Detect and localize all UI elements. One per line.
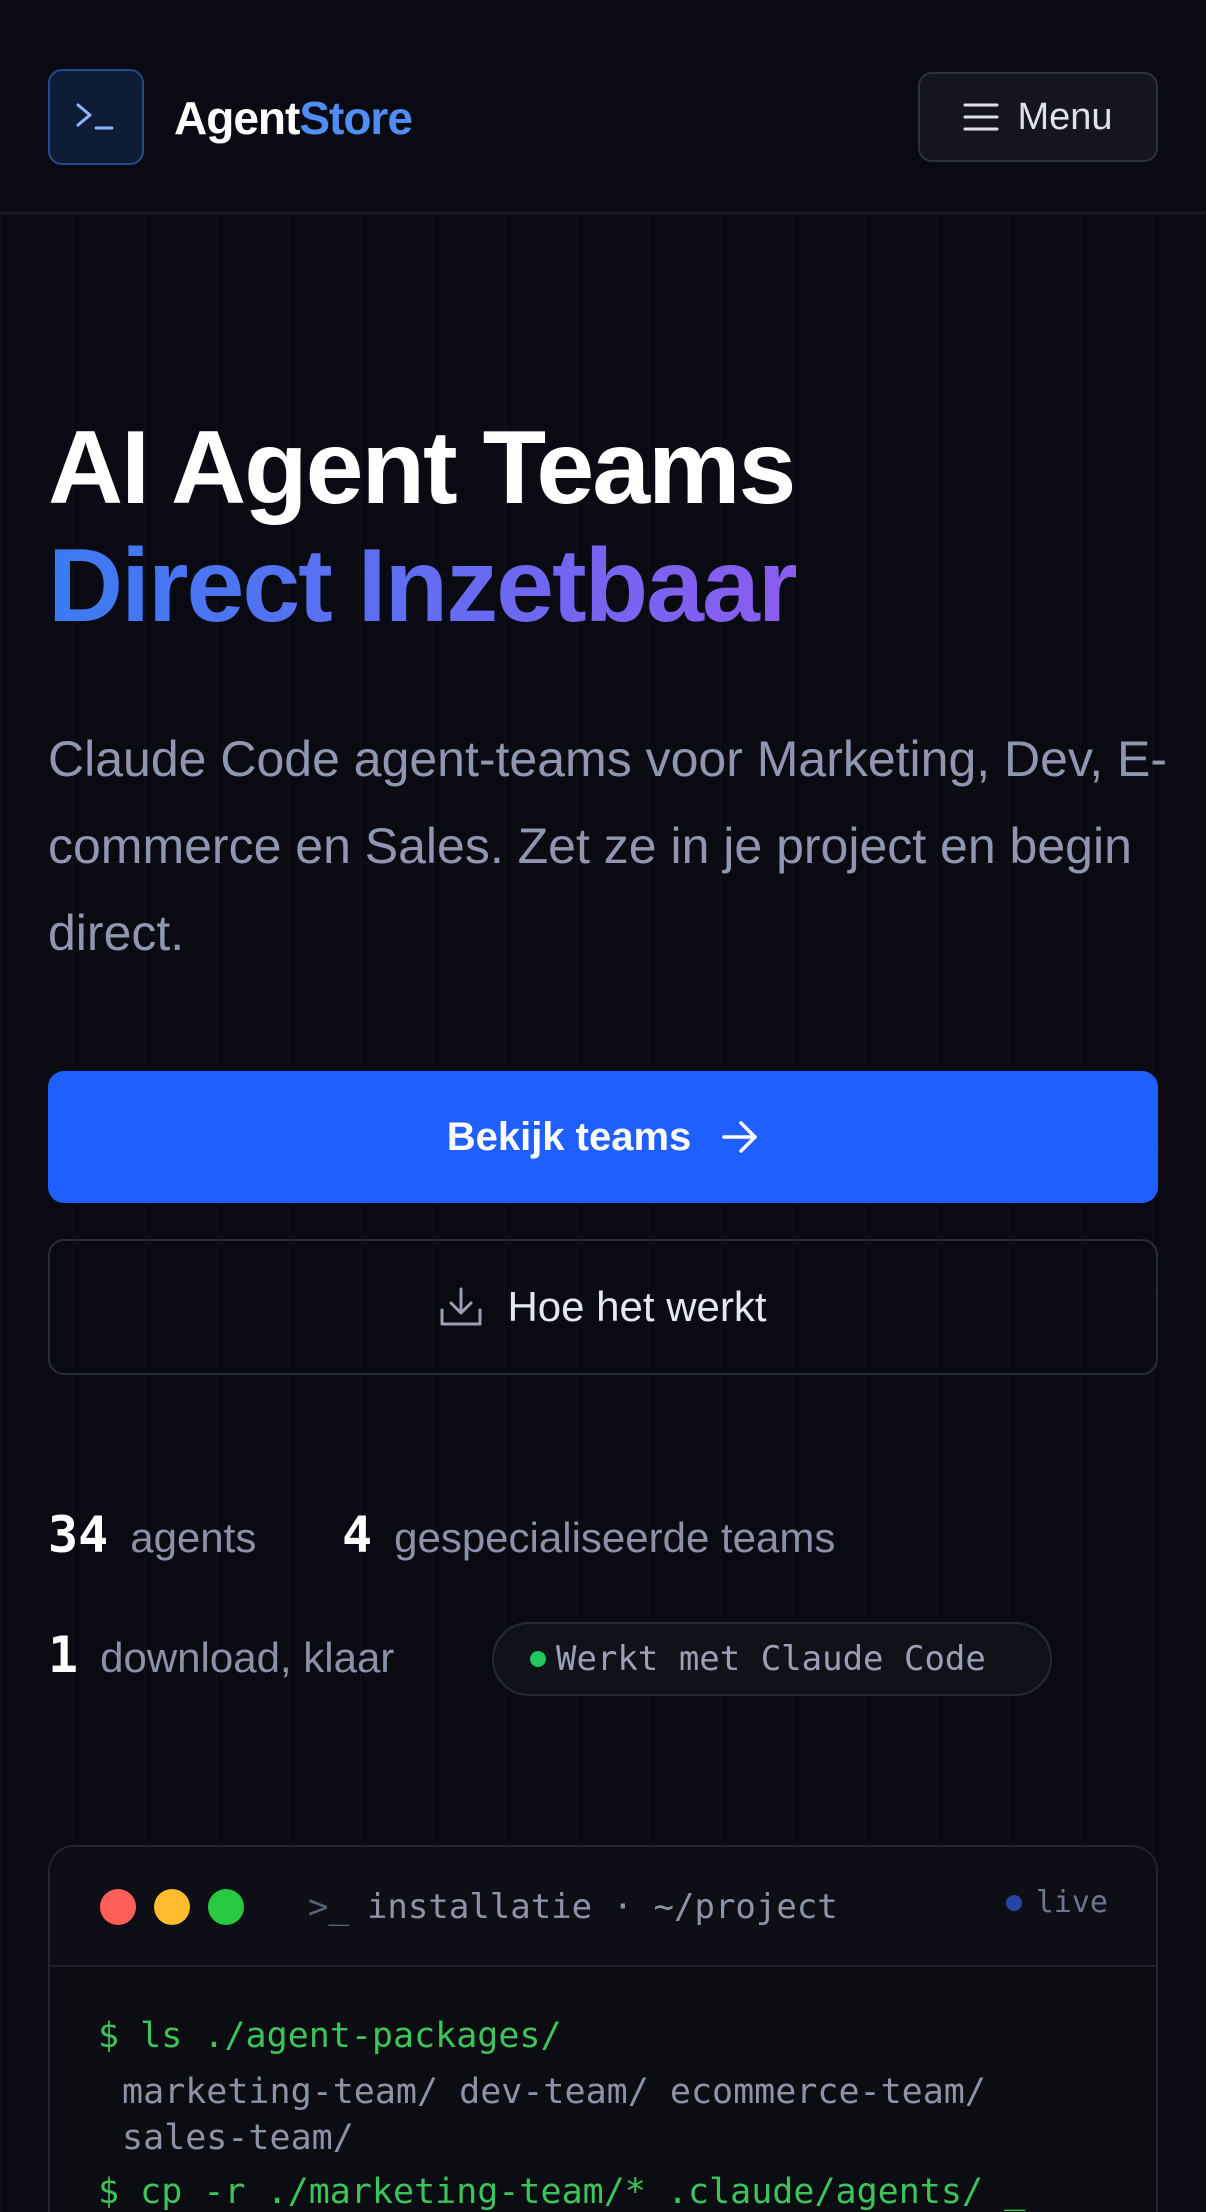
terminal-command: $ cp -r ./marketing-team/* .claude/agent… bbox=[98, 2172, 1026, 2212]
maximize-dot-icon bbox=[208, 1889, 244, 1925]
page: AgentStore Menu AI Agent Teams Direct In… bbox=[0, 0, 1206, 2212]
live-indicator: live bbox=[1005, 1885, 1108, 1920]
how-it-works-button[interactable]: Hoe het werkt bbox=[48, 1239, 1158, 1375]
live-label: live bbox=[1035, 1885, 1108, 1920]
hamburger-icon bbox=[963, 103, 999, 131]
stat-label: gespecialiseerde teams bbox=[394, 1514, 836, 1561]
badge-text: Werkt met Claude Code bbox=[556, 1639, 986, 1679]
download-icon bbox=[440, 1287, 482, 1326]
brand-primary: Agent bbox=[174, 92, 300, 144]
live-dot-icon bbox=[1005, 1894, 1022, 1911]
brand-name[interactable]: AgentStore bbox=[174, 88, 413, 148]
stat-value: 4 bbox=[342, 1506, 373, 1564]
stat-value: 1 bbox=[48, 1626, 79, 1684]
hero-title: AI Agent Teams bbox=[48, 410, 796, 526]
terminal-window: >_ installatie · ~/project live $ ls ./ag… bbox=[48, 1845, 1158, 2212]
terminal-command: $ ls ./agent-packages/ bbox=[98, 2016, 562, 2056]
brand-accent: Store bbox=[299, 92, 413, 144]
minimize-dot-icon bbox=[154, 1889, 190, 1925]
arrow-right-icon bbox=[722, 1121, 758, 1153]
stat-label: download, klaar bbox=[100, 1634, 395, 1681]
prompt-icon: >_ bbox=[308, 1887, 349, 1927]
terminal-titlebar: >_ installatie · ~/project live bbox=[50, 1847, 1156, 1967]
close-dot-icon bbox=[100, 1889, 136, 1925]
stat-agents: 34 agents bbox=[48, 1506, 256, 1564]
claude-code-badge: Werkt met Claude Code bbox=[492, 1622, 1052, 1696]
status-dot-icon bbox=[530, 1651, 546, 1667]
terminal-title: >_ installatie · ~/project bbox=[308, 1883, 838, 1931]
site-header: AgentStore Menu bbox=[0, 0, 1206, 214]
hero-title-gradient: Direct Inzetbaar bbox=[48, 528, 798, 644]
terminal-output: marketing-team/ dev-team/ ecommerce-team… bbox=[122, 2072, 986, 2158]
logo-terminal-icon[interactable] bbox=[48, 69, 144, 165]
menu-button[interactable]: Menu bbox=[918, 72, 1158, 162]
stat-teams: 4 gespecialiseerde teams bbox=[342, 1506, 835, 1564]
view-teams-label: Bekijk teams bbox=[446, 1114, 692, 1159]
terminal-title-text: installatie · ~/project bbox=[366, 1887, 838, 1927]
terminal-body: $ ls ./agent-packages/ marketing-team/ d… bbox=[50, 1967, 1156, 2212]
stat-label: agents bbox=[130, 1514, 257, 1561]
stat-value: 34 bbox=[48, 1506, 109, 1564]
hero-lead: Claude Code agent-teams voor Marketing, … bbox=[48, 731, 1168, 961]
how-it-works-label: Hoe het werkt bbox=[507, 1283, 767, 1330]
stat-download: 1 download, klaar bbox=[48, 1626, 394, 1684]
menu-label: Menu bbox=[1017, 95, 1113, 138]
view-teams-button[interactable]: Bekijk teams bbox=[48, 1071, 1158, 1203]
